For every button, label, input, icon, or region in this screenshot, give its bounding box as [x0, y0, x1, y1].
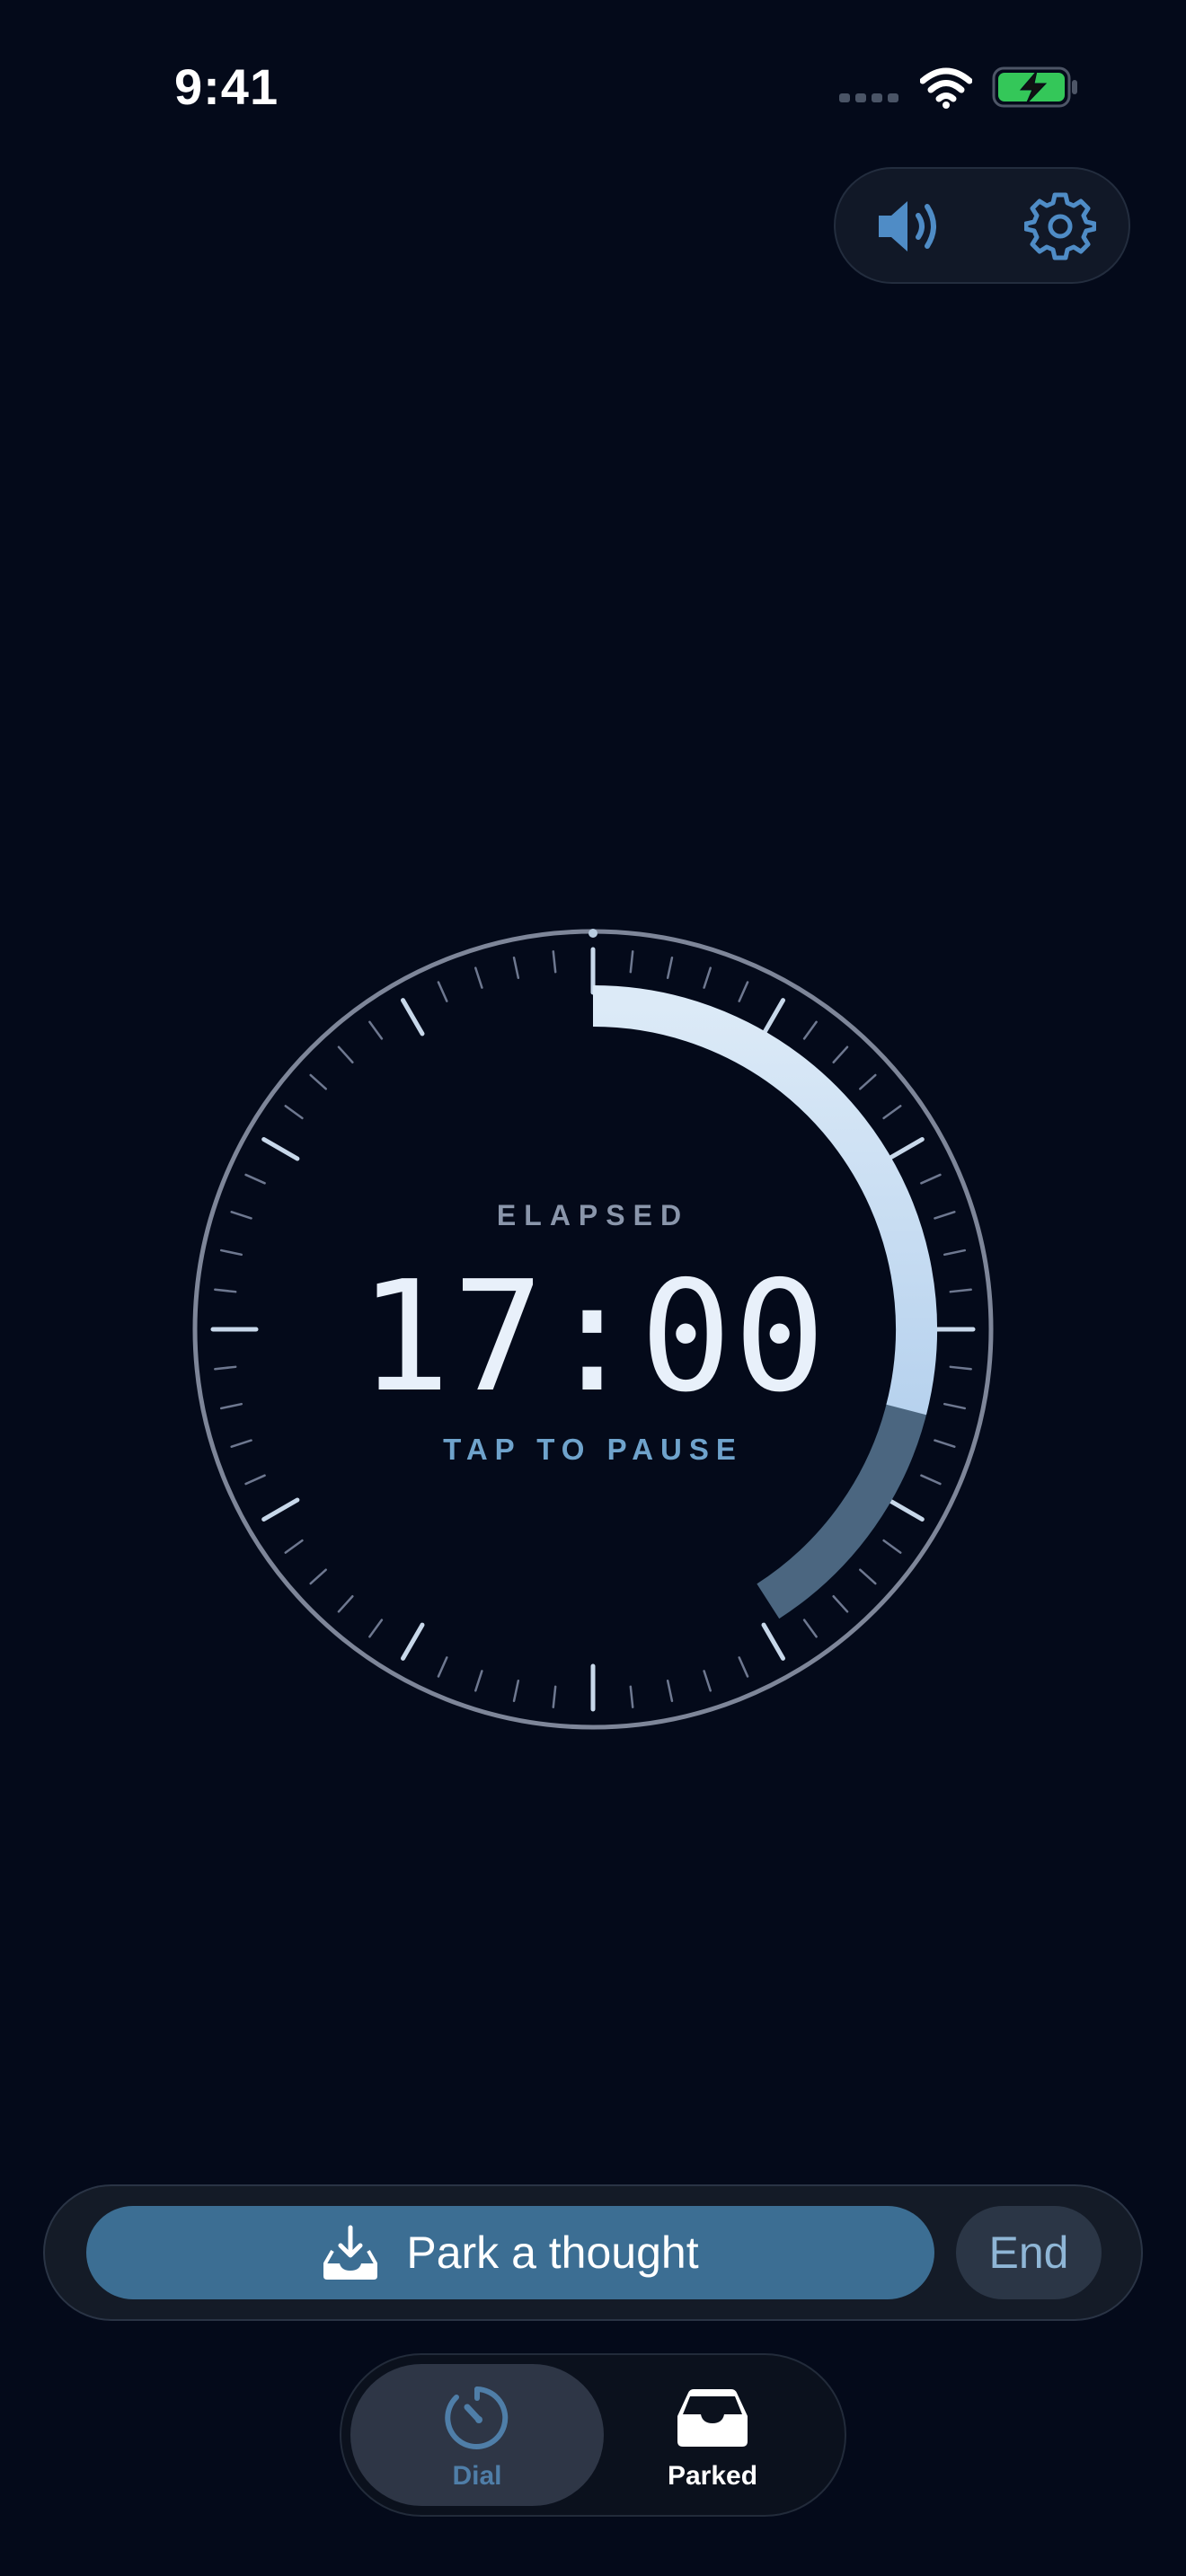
cellular-signal-icon [839, 93, 902, 106]
timer-dial[interactable]: ELAPSED 17:00 TAP TO PAUSE [189, 925, 997, 1734]
inbox-icon [677, 2389, 748, 2447]
wifi-icon [920, 67, 972, 109]
park-thought-label: Park a thought [406, 2228, 699, 2278]
speaker-icon[interactable] [872, 190, 943, 262]
battery-charging-icon [992, 66, 1077, 108]
park-thought-button[interactable]: Park a thought [86, 2206, 934, 2299]
status-time: 9:41 [174, 58, 279, 115]
dial-readout: ELAPSED 17:00 TAP TO PAUSE [189, 925, 997, 1734]
tab-parked[interactable]: Parked [595, 2364, 830, 2506]
gear-icon[interactable] [1024, 190, 1096, 262]
tab-bar: Dial Parked [340, 2353, 846, 2517]
action-bar: Park a thought End [43, 2184, 1143, 2321]
tab-parked-label: Parked [667, 2461, 758, 2491]
top-controls-pill [834, 167, 1130, 284]
timer-icon [445, 2386, 509, 2449]
tray-download-icon [323, 2225, 378, 2280]
end-button[interactable]: End [956, 2206, 1102, 2299]
tap-to-pause-hint: TAP TO PAUSE [443, 1433, 743, 1466]
timer-value: 17:00 [358, 1248, 828, 1426]
tab-dial[interactable]: Dial [350, 2364, 604, 2506]
elapsed-label: ELAPSED [496, 1199, 690, 1231]
tab-dial-label: Dial [452, 2461, 502, 2491]
end-label: End [988, 2228, 1069, 2278]
